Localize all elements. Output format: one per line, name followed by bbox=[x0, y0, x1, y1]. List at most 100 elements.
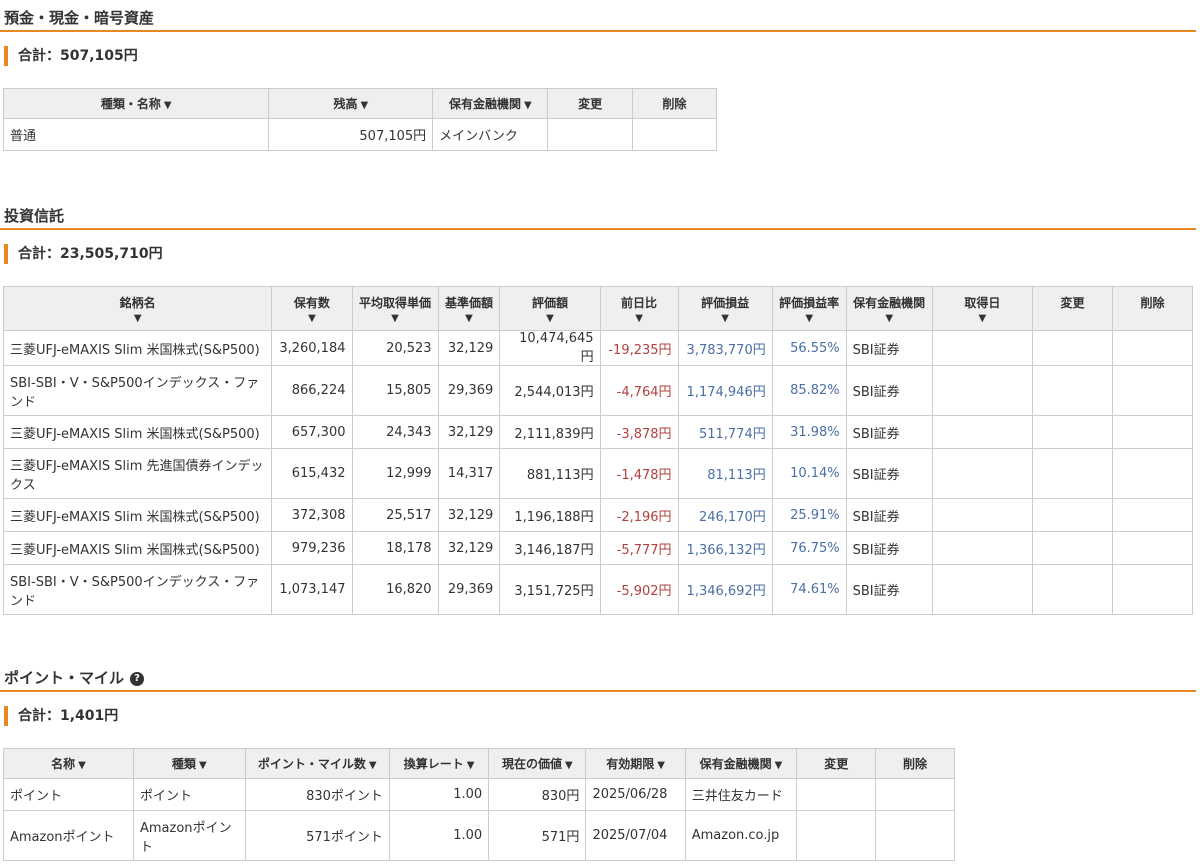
cell-delete[interactable] bbox=[875, 778, 955, 811]
cell-base-price: 32,129 bbox=[437, 415, 501, 449]
cell-point-institution: 三井住友カード bbox=[684, 778, 798, 811]
cell-avg-price: 16,820 bbox=[351, 564, 439, 615]
cell-delete[interactable] bbox=[1111, 448, 1194, 499]
col-point-name[interactable]: 名称 ▼ bbox=[3, 748, 134, 779]
deposits-total: 合計：507,105円 bbox=[4, 46, 1196, 66]
cell-base-price: 29,369 bbox=[437, 365, 501, 416]
col-gain-rate[interactable]: 評価損益率 ▼ bbox=[771, 286, 847, 331]
cell-gain-rate: 85.82% bbox=[771, 365, 847, 416]
sort-down-icon: ▼ bbox=[78, 760, 86, 771]
col-fund-name[interactable]: 銘柄名 ▼ bbox=[2, 286, 273, 331]
col-institution[interactable]: 保有金融機関 ▼ bbox=[432, 88, 549, 119]
cell-qty: 372,308 bbox=[271, 498, 353, 532]
col-balance[interactable]: 残高 ▼ bbox=[268, 88, 434, 119]
cell-avg-price: 25,517 bbox=[351, 498, 439, 532]
cell-day-change: -5,902円 bbox=[599, 564, 679, 615]
cell-edit[interactable] bbox=[1031, 448, 1113, 499]
col-value[interactable]: 評価額 ▼ bbox=[499, 286, 601, 331]
col-institution[interactable]: 保有金融機関 ▼ bbox=[845, 286, 933, 331]
help-icon[interactable]: ? bbox=[130, 671, 145, 686]
cell-edit[interactable] bbox=[796, 810, 877, 861]
cell-edit[interactable] bbox=[547, 118, 633, 151]
cell-fund-name[interactable]: 三菱UFJ-eMAXIS Slim 米国株式(S&P500) bbox=[2, 531, 273, 565]
cell-delete[interactable] bbox=[1111, 330, 1194, 366]
cell-edit[interactable] bbox=[796, 778, 877, 811]
cell-delete[interactable] bbox=[1111, 498, 1194, 532]
cell-base-price: 32,129 bbox=[437, 330, 501, 366]
sort-down-icon: ▼ bbox=[368, 760, 377, 771]
cell-delete[interactable] bbox=[1111, 365, 1194, 416]
cell-delete[interactable] bbox=[1111, 531, 1194, 565]
cell-gain-rate: 76.75% bbox=[771, 531, 847, 565]
col-gain[interactable]: 評価損益 ▼ bbox=[677, 286, 773, 331]
col-qty[interactable]: 保有数 ▼ bbox=[271, 286, 353, 331]
cell-gain: 1,346,692円 bbox=[677, 564, 773, 615]
cell-value: 881,113円 bbox=[499, 448, 601, 499]
cell-edit[interactable] bbox=[1031, 564, 1113, 615]
cell-fund-name[interactable]: 三菱UFJ-eMAXIS Slim 米国株式(S&P500) bbox=[2, 415, 273, 449]
cell-institution: メインバンク bbox=[432, 118, 549, 151]
cell-delete[interactable] bbox=[1111, 415, 1194, 449]
col-avg-price[interactable]: 平均取得単価 ▼ bbox=[351, 286, 439, 331]
cell-avg-price: 12,999 bbox=[351, 448, 439, 499]
cell-delete[interactable] bbox=[631, 118, 718, 151]
cell-gain-rate: 10.14% bbox=[771, 448, 847, 499]
sort-down-icon: ▼ bbox=[657, 760, 665, 771]
cell-edit[interactable] bbox=[1031, 498, 1113, 532]
col-day-change[interactable]: 前日比 ▼ bbox=[599, 286, 679, 331]
cell-point-name: Amazonポイント bbox=[3, 810, 134, 861]
cell-fund-name[interactable]: SBI-SBI・V・S&P500インデックス・ファンド bbox=[2, 564, 273, 615]
col-base-price[interactable]: 基準価額 ▼ bbox=[437, 286, 501, 331]
cell-qty: 866,224 bbox=[271, 365, 353, 416]
cell-edit[interactable] bbox=[1031, 365, 1113, 416]
funds-title: 投資信託 bbox=[0, 202, 1196, 230]
sort-down-icon: ▼ bbox=[198, 760, 207, 771]
cell-delete[interactable] bbox=[875, 810, 955, 861]
cell-acquired bbox=[931, 498, 1033, 532]
cell-gain: 81,113円 bbox=[677, 448, 773, 499]
col-delete: 削除 bbox=[1111, 286, 1194, 331]
cell-fund-name[interactable]: 三菱UFJ-eMAXIS Slim 先進国債券インデックス bbox=[2, 448, 273, 499]
cell-point-value: 571円 bbox=[488, 810, 587, 861]
cell-fund-name[interactable]: SBI-SBI・V・S&P500インデックス・ファンド bbox=[2, 365, 273, 416]
cell-acquired bbox=[931, 448, 1033, 499]
col-acquired[interactable]: 取得日 ▼ bbox=[931, 286, 1033, 331]
cell-point-institution: Amazon.co.jp bbox=[684, 810, 798, 861]
cell-institution: SBI証券 bbox=[845, 448, 933, 499]
sort-down-icon: ▼ bbox=[978, 312, 987, 324]
cell-gain-rate: 56.55% bbox=[771, 330, 847, 366]
cell-day-change: -1,478円 bbox=[599, 448, 679, 499]
cell-delete[interactable] bbox=[1111, 564, 1194, 615]
col-point-rate[interactable]: 換算レート ▼ bbox=[388, 748, 490, 779]
col-point-count[interactable]: ポイント・マイル数 ▼ bbox=[244, 748, 390, 779]
cell-gain: 3,783,770円 bbox=[677, 330, 773, 366]
cell-day-change: -19,235円 bbox=[599, 330, 679, 366]
points-title: ポイント・マイル? bbox=[0, 664, 1196, 692]
col-point-expiry[interactable]: 有効期限 ▼ bbox=[585, 748, 686, 779]
cell-institution: SBI証券 bbox=[845, 365, 933, 416]
cell-point-expiry: 2025/07/04 bbox=[585, 810, 686, 861]
cell-edit[interactable] bbox=[1031, 531, 1113, 565]
cell-institution: SBI証券 bbox=[845, 564, 933, 615]
table-row: 三菱UFJ-eMAXIS Slim 米国株式(S&P500) 3,260,184 2… bbox=[2, 330, 1194, 366]
col-name[interactable]: 種類・名称 ▼ bbox=[2, 88, 270, 119]
cell-point-type: Amazonポイント bbox=[133, 810, 246, 861]
sort-down-icon: ▼ bbox=[885, 312, 894, 324]
points-section: ポイント・マイル? 合計：1,401円 bbox=[0, 664, 1196, 726]
col-edit: 変更 bbox=[1031, 286, 1113, 331]
cell-point-expiry: 2025/06/28 bbox=[585, 778, 686, 811]
cell-base-price: 29,369 bbox=[437, 564, 501, 615]
col-point-institution[interactable]: 保有金融機関 ▼ bbox=[684, 748, 798, 779]
cell-fund-name[interactable]: 三菱UFJ-eMAXIS Slim 米国株式(S&P500) bbox=[2, 330, 273, 366]
cell-point-name: ポイント bbox=[3, 778, 134, 811]
cell-fund-name[interactable]: 三菱UFJ-eMAXIS Slim 米国株式(S&P500) bbox=[2, 498, 273, 532]
sort-down-icon: ▼ bbox=[465, 312, 473, 324]
col-point-value[interactable]: 現在の価値 ▼ bbox=[488, 748, 587, 779]
col-point-type[interactable]: 種類 ▼ bbox=[133, 748, 246, 779]
cell-value: 1,196,188円 bbox=[499, 498, 601, 532]
table-row: 三菱UFJ-eMAXIS Slim 米国株式(S&P500) 979,236 18,… bbox=[2, 531, 1194, 565]
cell-edit[interactable] bbox=[1031, 330, 1113, 366]
table-row: 普通 507,105円 メインバンク bbox=[2, 118, 718, 151]
cell-value: 2,544,013円 bbox=[499, 365, 601, 416]
cell-edit[interactable] bbox=[1031, 415, 1113, 449]
